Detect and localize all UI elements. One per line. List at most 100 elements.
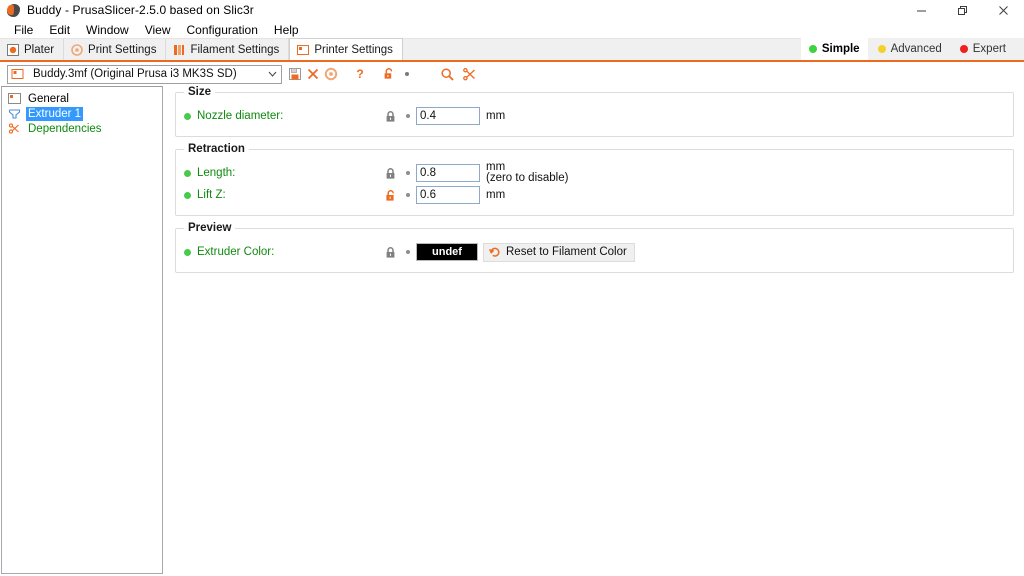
lock-icon-retract-length[interactable] [380, 167, 400, 180]
lock-icon-extruder-color[interactable] [380, 246, 400, 259]
restore-icon[interactable] [942, 0, 983, 20]
menu-item-edit[interactable]: Edit [41, 21, 78, 39]
lift-z-unit: mm [486, 189, 506, 201]
revert-all-icon[interactable] [398, 65, 416, 83]
compare-presets-icon[interactable] [460, 65, 478, 83]
reset-to-filament-color-button[interactable]: Reset to Filament Color [483, 242, 635, 262]
field-extruder-color-label-cell: Extruder Color: [184, 246, 380, 258]
field-nozzle-diameter: Nozzle diameter: mm [184, 105, 1005, 127]
field-retract-length: Length: mm (zero to disable) [184, 161, 1005, 184]
revert-icon-extruder-color[interactable] [400, 250, 416, 254]
retract-length-hint: (zero to disable) [486, 172, 569, 184]
field-retract-length-label-cell: Length: [184, 167, 380, 179]
system-value-dot-icon [184, 112, 191, 120]
group-retraction-title: Retraction [184, 143, 249, 155]
window-title: Buddy - PrusaSlicer-2.5.0 based on Slic3… [27, 3, 254, 17]
filament-settings-icon [174, 44, 185, 55]
preset-toolbar: Buddy.3mf (Original Prusa i3 MK3S SD) ? [0, 62, 1024, 86]
sidebar-item-extruder-1[interactable]: Extruder 1 [5, 106, 162, 121]
menu-item-window[interactable]: Window [78, 21, 137, 39]
menu-item-view[interactable]: View [137, 21, 179, 39]
tab-print-settings-label: Print Settings [88, 43, 157, 56]
nozzle-diameter-input[interactable] [416, 107, 480, 125]
retract-length-input[interactable] [416, 164, 480, 182]
save-preset-icon[interactable] [286, 65, 304, 83]
tab-printer-settings-label: Printer Settings [314, 43, 393, 56]
field-retract-length-label: Length: [197, 167, 236, 179]
field-extruder-color-label: Extruder Color: [197, 246, 275, 258]
menu-item-configuration[interactable]: Configuration [179, 21, 266, 39]
svg-text:?: ? [356, 67, 363, 81]
revert-icon-lift-z[interactable] [400, 193, 416, 197]
revert-icon-nozzle-diameter[interactable] [400, 114, 416, 118]
system-value-dot-icon [184, 191, 191, 199]
mode-simple[interactable]: Simple [800, 38, 868, 60]
sidebar-item-general[interactable]: General [5, 91, 162, 106]
tab-filament-settings[interactable]: Filament Settings [166, 38, 290, 60]
printer-settings-icon [297, 44, 310, 55]
mode-selector: Simple Advanced Expert [800, 38, 1024, 60]
undo-arrow-icon [489, 246, 501, 258]
menu-bar: File Edit Window View Configuration Help [0, 20, 1024, 40]
prusaslicer-logo-icon [7, 3, 20, 17]
sidebar-item-general-label: General [28, 92, 69, 105]
preset-combo-value: Buddy.3mf (Original Prusa i3 MK3S SD) [33, 68, 237, 80]
settings-page-tree[interactable]: General Extruder 1 Dependencies [1, 86, 163, 574]
print-settings-icon [71, 43, 83, 56]
minimize-icon[interactable] [901, 0, 942, 20]
dependencies-page-icon [8, 123, 19, 134]
group-size: Size Nozzle diameter: mm [175, 86, 1014, 137]
window-controls [901, 0, 1024, 20]
settings-panel: Size Nozzle diameter: mm [163, 86, 1024, 576]
field-lift-z-label-cell: Lift Z: [184, 189, 380, 201]
unlock-all-icon[interactable] [380, 65, 398, 83]
mode-advanced[interactable]: Advanced [870, 38, 950, 60]
nozzle-diameter-unit: mm [486, 110, 506, 122]
tab-bar-spacer [402, 38, 801, 60]
title-bar: Buddy - PrusaSlicer-2.5.0 based on Slic3… [0, 0, 1024, 20]
field-lift-z: Lift Z: mm [184, 184, 1005, 206]
field-extruder-color: Extruder Color: undef Reset to Filament … [184, 241, 1005, 263]
main-area: General Extruder 1 Dependencies Size Noz… [0, 86, 1024, 576]
field-nozzle-diameter-label-cell: Nozzle diameter: [184, 110, 380, 122]
mode-advanced-dot-icon [877, 45, 886, 53]
group-preview: Preview Extruder Color: undef Reset to F… [175, 222, 1014, 273]
mode-expert-label: Expert [972, 43, 1006, 55]
lock-icon-nozzle-diameter[interactable] [380, 110, 400, 123]
field-nozzle-diameter-label: Nozzle diameter: [197, 110, 284, 122]
group-retraction: Retraction Length: 0.8 mm (zero to disab… [175, 143, 1014, 216]
tab-plater[interactable]: Plater [0, 38, 65, 60]
group-size-title: Size [184, 86, 216, 98]
retract-length-unit-block: mm (zero to disable) [486, 161, 569, 184]
search-icon[interactable] [438, 65, 456, 83]
printer-preset-icon [11, 69, 24, 79]
delete-preset-icon[interactable] [304, 65, 322, 83]
tab-printer-settings[interactable]: Printer Settings [289, 38, 403, 60]
sidebar-item-extruder-1-label: Extruder 1 [26, 106, 84, 121]
menu-item-file[interactable]: File [6, 21, 41, 39]
question-help-icon[interactable]: ? [351, 65, 369, 83]
menu-item-help[interactable]: Help [266, 21, 307, 39]
tab-bar: Plater Print Settings Filament Settings … [0, 38, 1024, 62]
close-icon[interactable] [983, 0, 1024, 20]
extruder-color-swatch-button[interactable]: undef [416, 243, 478, 261]
cog-preset-icon[interactable] [322, 65, 340, 83]
extruder-page-icon [8, 109, 21, 119]
preset-combo-box[interactable]: Buddy.3mf (Original Prusa i3 MK3S SD) [7, 64, 282, 84]
chevron-down-icon[interactable] [265, 71, 279, 77]
sidebar-item-dependencies[interactable]: Dependencies [5, 121, 162, 136]
unlock-icon-lift-z[interactable] [380, 189, 400, 202]
mode-expert-dot-icon [959, 45, 968, 53]
reset-to-filament-color-label: Reset to Filament Color [506, 246, 627, 258]
tab-filament-settings-label: Filament Settings [190, 43, 280, 56]
field-lift-z-label: Lift Z: [197, 189, 226, 201]
lift-z-input[interactable] [416, 186, 480, 204]
system-value-dot-icon [184, 169, 191, 177]
group-preview-title: Preview [184, 222, 236, 234]
revert-icon-retract-length[interactable] [400, 171, 416, 175]
mode-simple-label: Simple [821, 43, 860, 55]
mode-expert[interactable]: Expert [952, 38, 1014, 60]
plater-icon [7, 43, 19, 56]
tab-print-settings[interactable]: Print Settings [64, 38, 167, 60]
general-page-icon [8, 93, 21, 104]
